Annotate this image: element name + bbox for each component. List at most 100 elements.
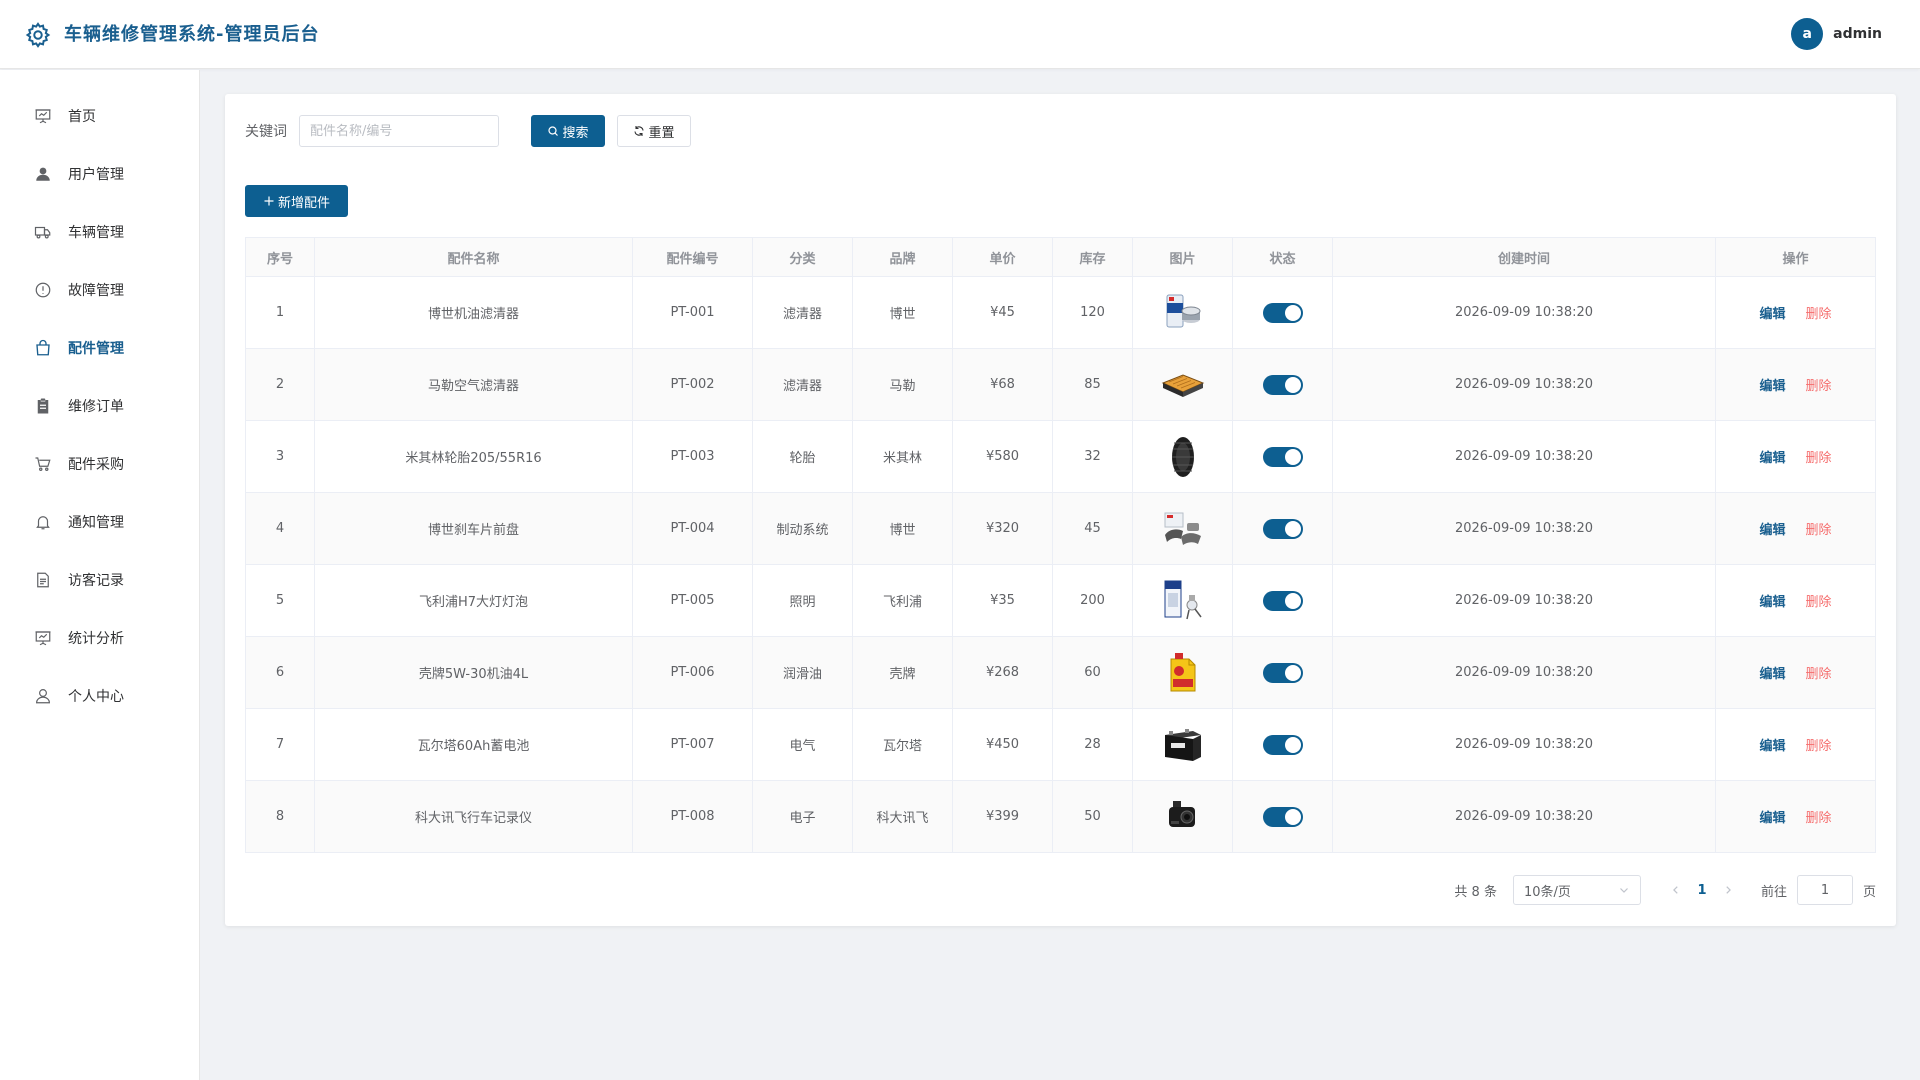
reset-button-label: 重置: [648, 125, 675, 141]
delete-button[interactable]: 删除: [1806, 739, 1832, 754]
cell-category: 润滑油: [752, 636, 853, 709]
sidebar-item-label: 首页: [68, 109, 96, 125]
pagination-total: 共 8 条: [1454, 884, 1497, 900]
headlight-bulb-image[interactable]: [1159, 577, 1207, 625]
brake-pads-image[interactable]: [1159, 505, 1207, 553]
cell-stock: 45: [1052, 492, 1133, 565]
status-toggle[interactable]: [1262, 806, 1303, 827]
bag-icon: [36, 339, 50, 356]
cell-created: 2026-09-09 10:38:20: [1332, 564, 1716, 637]
status-toggle[interactable]: [1262, 446, 1303, 467]
page-size-select[interactable]: 10条/页: [1512, 875, 1641, 905]
cell-brand: 米其林: [852, 420, 953, 493]
battery-image[interactable]: [1159, 721, 1207, 769]
cell-name: 飞利浦H7大灯灯泡: [314, 564, 633, 637]
cell-actions: 编辑 删除: [1715, 708, 1876, 781]
app-title: 车辆维修管理系统-管理员后台: [64, 24, 320, 45]
status-toggle[interactable]: [1262, 518, 1303, 539]
avatar[interactable]: a: [1791, 18, 1824, 50]
sidebar-item-label: 统计分析: [68, 631, 124, 647]
delete-button[interactable]: 删除: [1806, 523, 1832, 538]
edit-button[interactable]: 编辑: [1759, 307, 1785, 322]
refresh-icon: [634, 126, 645, 136]
cell-image: [1132, 564, 1233, 637]
delete-button[interactable]: 删除: [1806, 307, 1832, 322]
cell-category: 电气: [752, 708, 853, 781]
table-row: 3 米其林轮胎205/55R16 PT-003 轮胎 米其林 ¥580 32 2…: [245, 420, 1876, 493]
cell-price: ¥45: [952, 276, 1053, 349]
column-header: 配件编号: [632, 237, 753, 277]
sidebar-item-orders[interactable]: 维修订单: [0, 377, 199, 435]
cell-code: PT-004: [632, 492, 753, 565]
chevron-down-icon: [1620, 888, 1628, 893]
status-toggle[interactable]: [1262, 590, 1303, 611]
sidebar-item-statistics[interactable]: 统计分析: [0, 609, 199, 667]
cell-code: PT-005: [632, 564, 753, 637]
username[interactable]: admin: [1833, 26, 1882, 42]
sidebar-item-label: 故障管理: [68, 283, 124, 299]
delete-button[interactable]: 删除: [1806, 667, 1832, 682]
sidebar-item-profile[interactable]: 个人中心: [0, 667, 199, 725]
cart-icon: [35, 457, 51, 471]
delete-button[interactable]: 删除: [1806, 379, 1832, 394]
delete-button[interactable]: 删除: [1806, 451, 1832, 466]
search-button[interactable]: 搜索: [531, 115, 605, 147]
cell-actions: 编辑 删除: [1715, 564, 1876, 637]
column-header: 单价: [952, 237, 1053, 277]
delete-button[interactable]: 删除: [1806, 811, 1832, 826]
status-toggle[interactable]: [1262, 374, 1303, 395]
edit-button[interactable]: 编辑: [1759, 811, 1785, 826]
cell-brand: 壳牌: [852, 636, 953, 709]
oil-filter-image[interactable]: [1159, 289, 1207, 337]
sidebar-item-parts[interactable]: 配件管理: [0, 319, 199, 377]
cell-index: 3: [245, 420, 315, 493]
cell-status: [1232, 564, 1333, 637]
sidebar-item-label: 配件管理: [68, 341, 124, 357]
edit-button[interactable]: 编辑: [1759, 451, 1785, 466]
cell-index: 7: [245, 708, 315, 781]
goto-page-input[interactable]: [1796, 875, 1853, 905]
page-number-current[interactable]: 1: [1687, 883, 1717, 898]
column-header: 配件名称: [314, 237, 633, 277]
delete-button[interactable]: 删除: [1806, 595, 1832, 610]
cell-created: 2026-09-09 10:38:20: [1332, 780, 1716, 853]
sidebar-item-notifications[interactable]: 通知管理: [0, 493, 199, 551]
next-page-button[interactable]: [1717, 885, 1739, 895]
cell-status: [1232, 348, 1333, 421]
tire-image[interactable]: [1159, 433, 1207, 481]
add-part-button[interactable]: 新增配件: [245, 185, 348, 217]
prev-page-button[interactable]: [1665, 885, 1687, 895]
status-toggle[interactable]: [1262, 734, 1303, 755]
cell-code: PT-007: [632, 708, 753, 781]
sidebar-item-home[interactable]: 首页: [0, 87, 199, 145]
cell-image: [1132, 420, 1233, 493]
cell-image: [1132, 780, 1233, 853]
reset-button[interactable]: 重置: [617, 115, 691, 147]
edit-button[interactable]: 编辑: [1759, 739, 1785, 754]
user-menu[interactable]: a admin: [1791, 18, 1882, 50]
cell-created: 2026-09-09 10:38:20: [1332, 276, 1716, 349]
search-input[interactable]: [299, 115, 499, 147]
sidebar-item-visitors[interactable]: 访客记录: [0, 551, 199, 609]
engine-oil-image[interactable]: [1159, 649, 1207, 697]
edit-button[interactable]: 编辑: [1759, 379, 1785, 394]
cell-image: [1132, 276, 1233, 349]
status-toggle[interactable]: [1262, 302, 1303, 323]
cell-price: ¥580: [952, 420, 1053, 493]
cell-stock: 85: [1052, 348, 1133, 421]
edit-button[interactable]: 编辑: [1759, 523, 1785, 538]
sidebar-menu: 首页 用户管理 车辆管理 故障管理 配件管理 维修订单 配件采购 通知管理 访客…: [0, 70, 199, 725]
edit-button[interactable]: 编辑: [1759, 667, 1785, 682]
table-row: 6 壳牌5W-30机油4L PT-006 润滑油 壳牌 ¥268 60 2026…: [245, 636, 1876, 709]
edit-button[interactable]: 编辑: [1759, 595, 1785, 610]
sidebar-item-faults[interactable]: 故障管理: [0, 261, 199, 319]
sidebar-item-vehicles[interactable]: 车辆管理: [0, 203, 199, 261]
dashcam-image[interactable]: [1159, 793, 1207, 841]
sidebar-item-users[interactable]: 用户管理: [0, 145, 199, 203]
sidebar-item-purchase[interactable]: 配件采购: [0, 435, 199, 493]
column-header: 库存: [1052, 237, 1133, 277]
warning-circle-icon: [35, 282, 51, 298]
status-toggle[interactable]: [1262, 662, 1303, 683]
air-filter-image[interactable]: [1159, 361, 1207, 409]
cell-actions: 编辑 删除: [1715, 348, 1876, 421]
